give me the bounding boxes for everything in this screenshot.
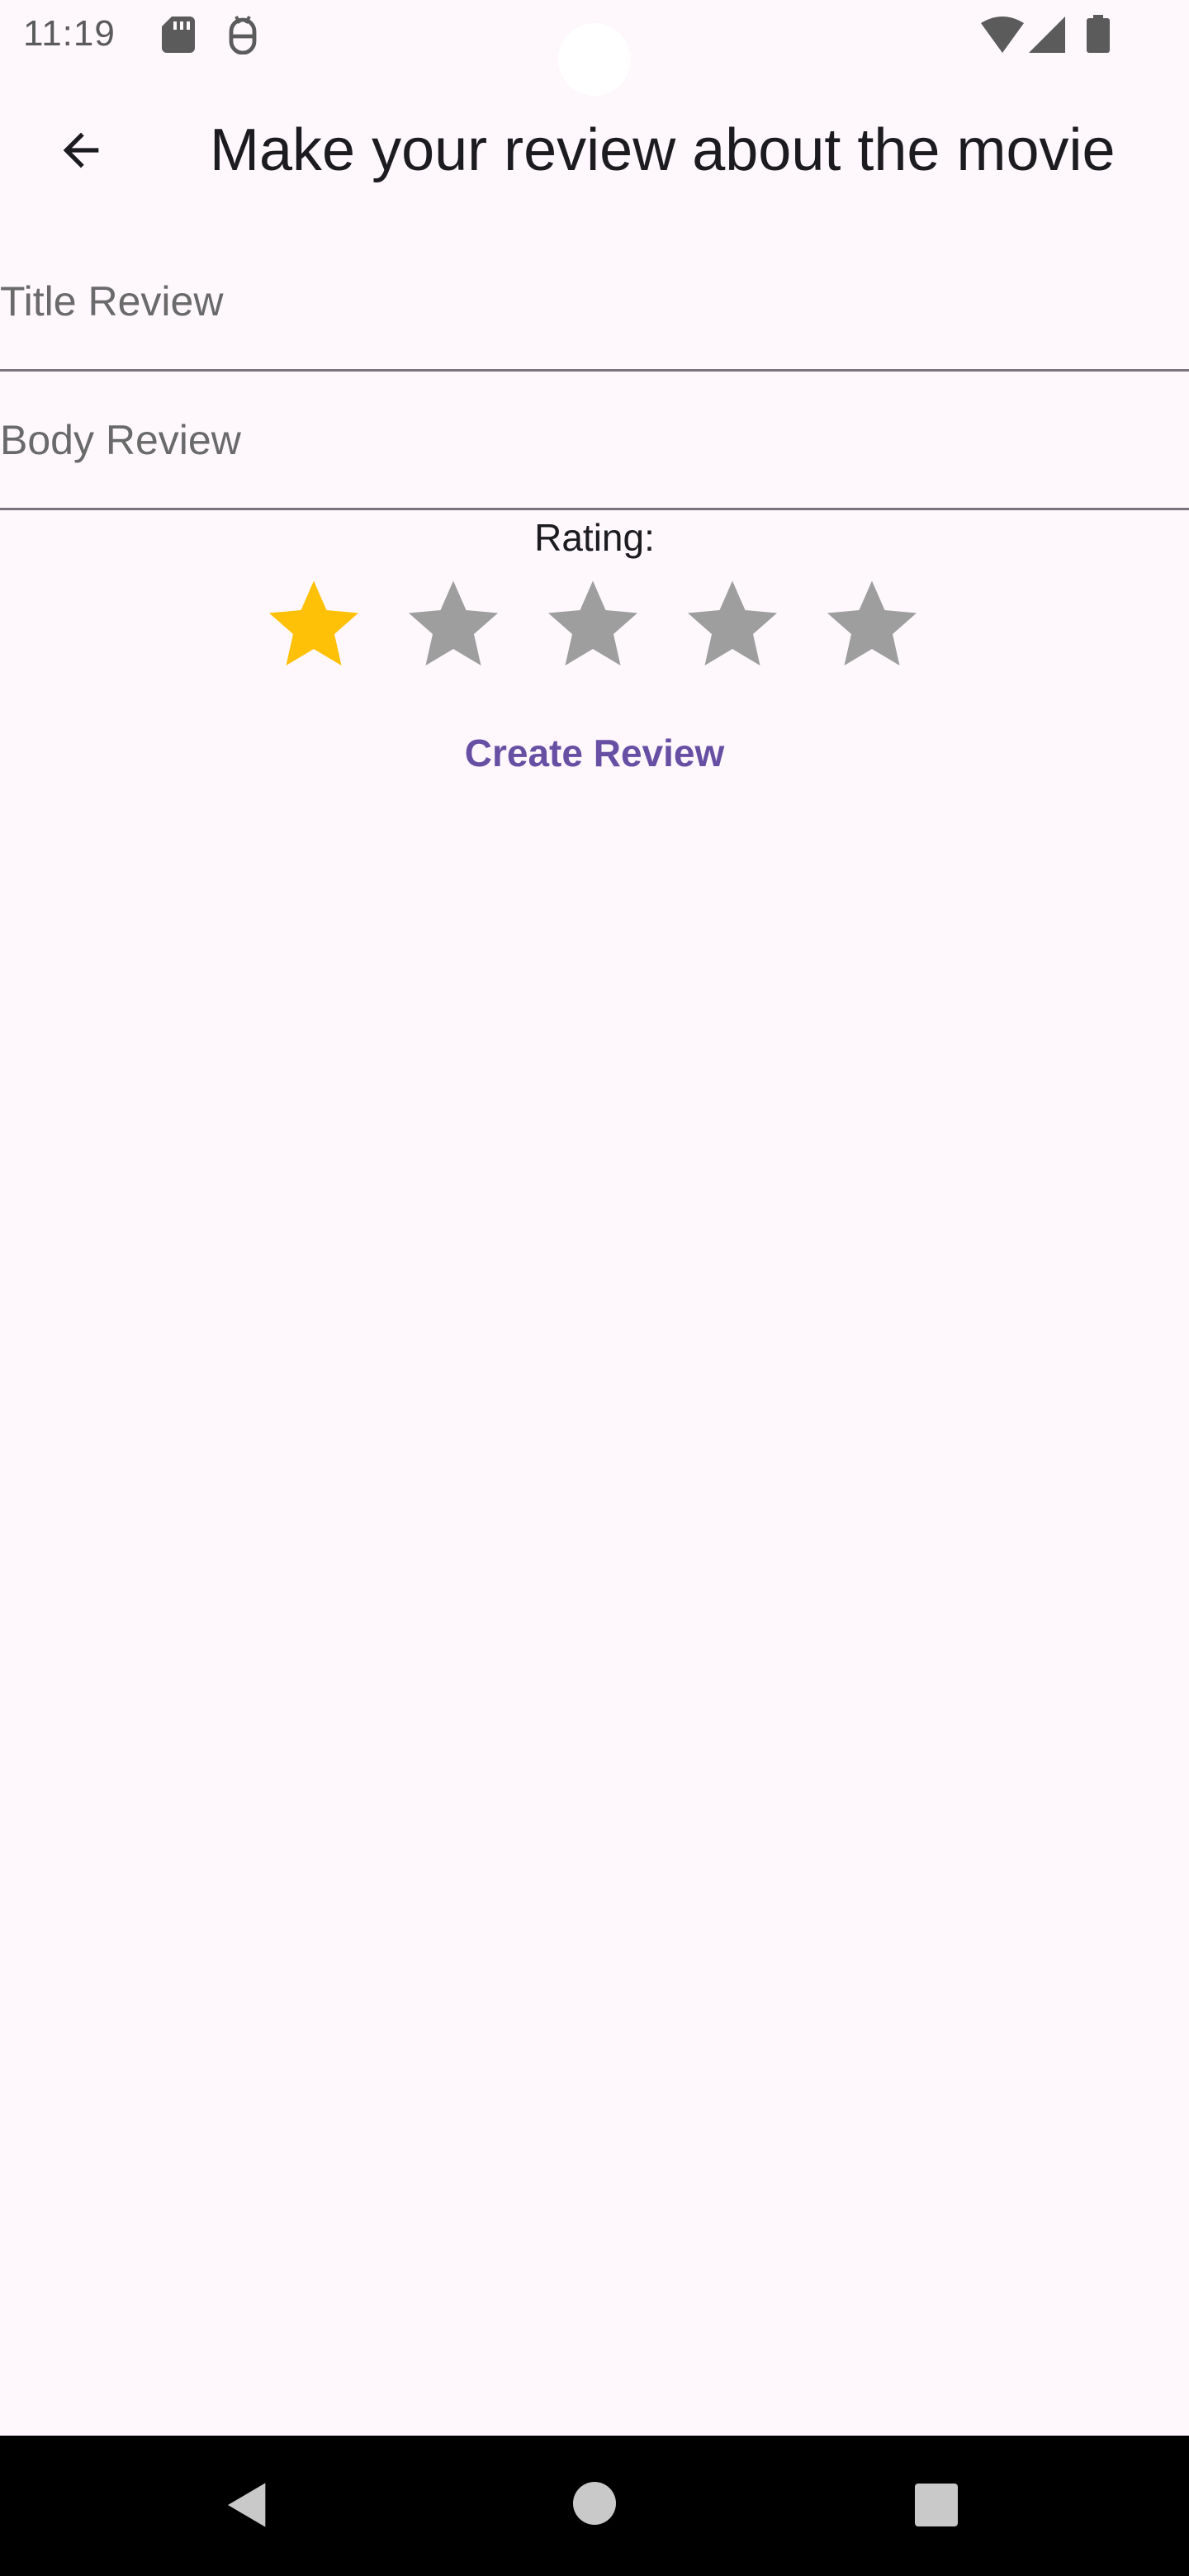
star-icon-3[interactable] [542, 575, 644, 674]
status-bar: 11:19 [0, 0, 1189, 96]
body-review-input[interactable] [0, 372, 1189, 508]
title-review-input[interactable] [0, 233, 1189, 369]
star-icon-2[interactable] [402, 575, 504, 674]
star-icon-5[interactable] [821, 575, 923, 674]
debug-icon [229, 16, 257, 54]
nav-back-icon[interactable] [221, 2479, 274, 2531]
nav-recents-icon[interactable] [915, 2484, 958, 2526]
sd-card-icon [162, 17, 195, 53]
back-button[interactable] [40, 109, 122, 192]
nav-home-icon[interactable] [573, 2482, 616, 2525]
arrow-back-icon [63, 132, 99, 168]
battery-icon [1087, 15, 1110, 53]
status-time: 11:19 [23, 13, 116, 54]
star-icon-4[interactable] [681, 575, 784, 674]
navigation-bar [0, 2436, 1189, 2576]
app-bar: Make your review about the movie [0, 83, 1189, 218]
rating-stars [263, 575, 926, 674]
title-review-field[interactable] [0, 233, 1189, 372]
signal-icon [1029, 17, 1065, 53]
body-review-field[interactable] [0, 372, 1189, 510]
create-review-button[interactable]: Create Review [429, 717, 760, 789]
wifi-icon [981, 17, 1024, 53]
star-icon-1[interactable] [263, 575, 365, 674]
page-title: Make your review about the movie [210, 117, 1116, 183]
rating-label: Rating: [534, 516, 655, 559]
